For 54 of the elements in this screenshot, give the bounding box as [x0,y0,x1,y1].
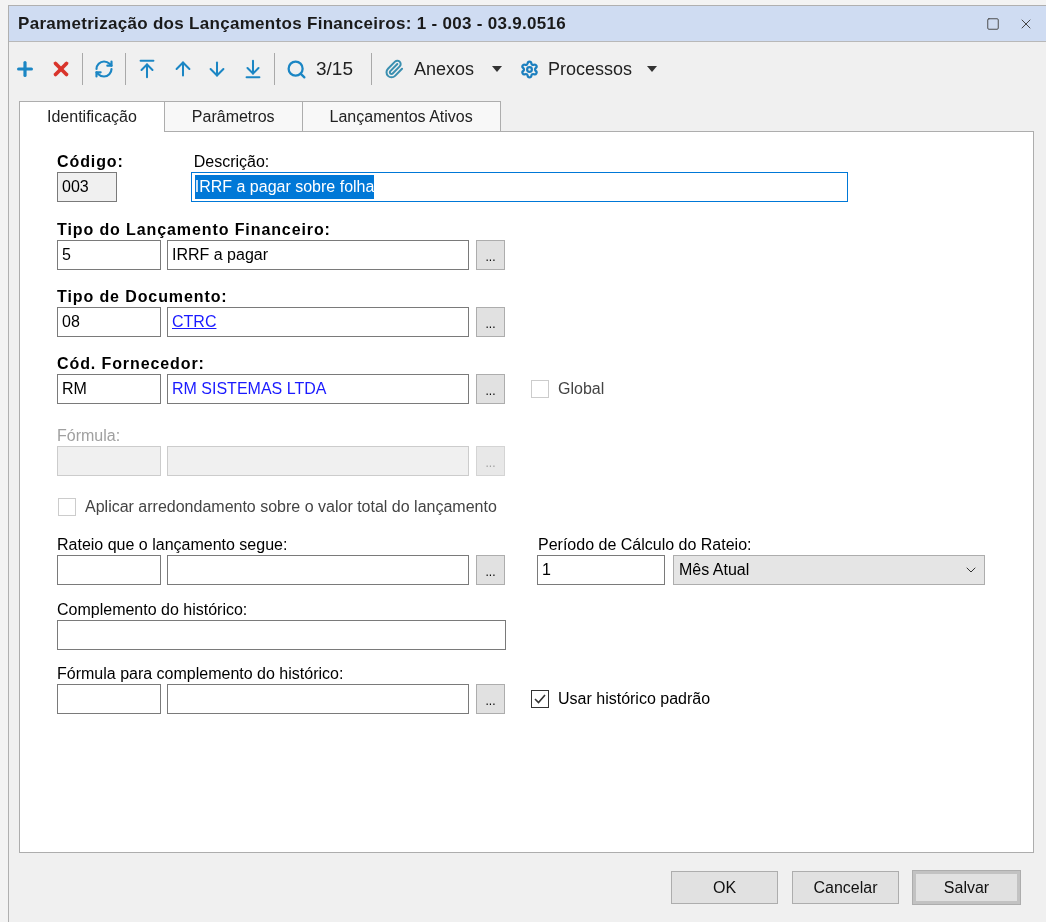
attachments-menu-button[interactable]: Anexos [382,54,505,84]
plus-icon [14,58,36,80]
paperclip-icon [384,59,404,79]
tab[interactable]: Parâmetros [163,101,303,131]
code-field[interactable]: RM [57,374,161,404]
checkmark-icon [534,694,546,704]
search-icon [285,58,307,80]
refresh-icon [94,59,114,79]
code-field[interactable] [57,684,161,714]
description-field[interactable]: IRRF a pagar [167,240,469,270]
lookup-button[interactable]: ... [476,307,505,337]
tab[interactable]: Identificação [19,101,165,132]
field-label: Complemento do histórico: [57,601,248,618]
lookup-button[interactable]: ... [476,684,505,714]
code-field[interactable]: 003 [57,172,117,202]
field-label: Cód. Fornecedor: [57,355,205,372]
description-field[interactable]: RM SISTEMAS LTDA [167,374,469,404]
maximize-button[interactable] [986,16,1000,31]
checkbox[interactable] [531,690,549,708]
processes-menu-button[interactable]: Processos [518,54,660,84]
lookup-button[interactable]: ... [476,374,505,404]
checkbox-label: Usar histórico padrão [558,689,711,709]
maximize-icon [986,16,1000,31]
field-label: Fórmula: [57,427,121,444]
description-field[interactable] [167,555,469,585]
field-label: Rateio que o lançamento segue: [57,536,288,553]
gear-icon [520,59,540,79]
caret-icon [647,66,658,72]
field-label: Código: [57,153,124,170]
field-label: Período de Cálculo do Rateio: [538,536,752,553]
dialog-button[interactable]: OK [671,871,778,904]
period-field[interactable]: 1 [537,555,665,585]
description-field[interactable] [167,684,469,714]
field-label: Fórmula para complemento do histórico: [57,665,344,682]
record-counter: 3/15 [316,56,353,81]
code-field[interactable] [57,555,161,585]
code-field[interactable]: 08 [57,307,161,337]
field-label: Tipo de Documento: [57,288,228,305]
checkbox-label: Aplicar arredondamento sobre o valor total do lançamento [85,497,497,517]
dialog-button[interactable]: Cancelar [792,871,899,904]
window-title: Parametrização dos Lançamentos Financeiros: 1 - 003 - 03.9.0516 [18,12,567,35]
field-label: Tipo do Lançamento Financeiro: [57,221,331,238]
lookup-button[interactable]: ... [476,240,505,270]
checkbox-label: Global [558,379,605,399]
description-field[interactable]: CTRC [167,307,469,337]
field-label: Descrição: [193,153,270,170]
lookup-button[interactable]: ... [476,555,505,585]
code-field[interactable]: 5 [57,240,161,270]
text-field[interactable] [57,620,506,650]
description-field[interactable]: IRRF a pagar sobre folha [190,172,848,202]
dialog-button[interactable]: Salvar [913,871,1020,904]
period-select[interactable]: Mês Atual [673,555,985,585]
tab[interactable]: Lançamentos Ativos [301,101,501,131]
caret-icon [492,66,503,72]
